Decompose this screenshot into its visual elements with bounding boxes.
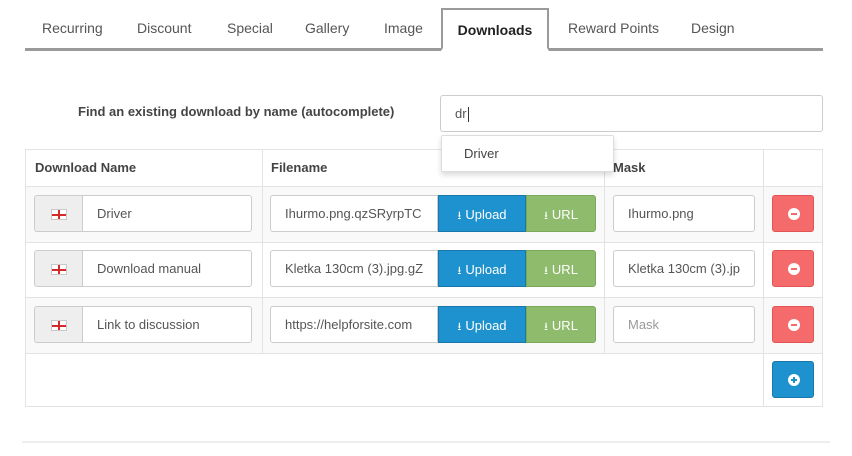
tab-design[interactable]: Design	[691, 8, 735, 48]
url-label: URL	[551, 318, 578, 333]
download-search-input[interactable]: dr	[440, 95, 823, 132]
minus-circle-icon	[788, 263, 800, 275]
tab-discount[interactable]: Discount	[137, 8, 191, 48]
remove-row-button[interactable]	[772, 195, 814, 232]
row-divider	[26, 242, 822, 243]
upload-icon: ⭳	[457, 210, 462, 222]
uk-flag-icon	[51, 209, 67, 220]
remove-row-button[interactable]	[772, 250, 814, 287]
filename-input[interactable]: https://helpforsite.com	[270, 306, 438, 343]
row-divider	[26, 186, 822, 187]
upload-icon: ⭳	[544, 321, 548, 333]
add-download-button[interactable]	[772, 361, 814, 398]
uk-flag-icon	[51, 320, 67, 331]
filename-input[interactable]: Ihurmo.png.qzSRyrpTC	[270, 195, 438, 232]
mask-input[interactable]: Mask	[613, 306, 755, 343]
mask-input[interactable]: Ihurmo.png	[613, 195, 755, 232]
upload-icon: ⭳	[544, 265, 548, 277]
filename-input[interactable]: Kletka 130cm (3).jpg.gZ	[270, 250, 438, 287]
row-divider	[26, 353, 822, 354]
autocomplete-label: Find an existing download by name (autoc…	[78, 104, 395, 119]
minus-circle-icon	[788, 319, 800, 331]
header-filename: Filename	[271, 160, 328, 175]
uk-flag-icon	[51, 264, 67, 275]
search-value: dr	[455, 106, 467, 121]
download-name-input[interactable]: Download manual	[82, 250, 252, 287]
language-addon	[34, 306, 82, 343]
header-download-name: Download Name	[35, 160, 137, 175]
tab-reward-points[interactable]: Reward Points	[568, 8, 659, 48]
autocomplete-dropdown: Driver	[441, 135, 614, 172]
downloads-table: Download Name Filename Mask Driver Ihurm…	[25, 149, 823, 407]
upload-icon: ⭳	[457, 321, 462, 333]
mask-input[interactable]: Kletka 130cm (3).jp	[613, 250, 755, 287]
upload-button[interactable]: ⭳ Upload	[438, 250, 526, 287]
upload-icon: ⭳	[544, 210, 548, 222]
url-button[interactable]: ⭳ URL	[526, 195, 596, 232]
upload-icon: ⭳	[457, 265, 462, 277]
upload-button[interactable]: ⭳ Upload	[438, 306, 526, 343]
text-caret	[467, 107, 469, 123]
url-button[interactable]: ⭳ URL	[526, 250, 596, 287]
language-addon	[34, 250, 82, 287]
tab-special[interactable]: Special	[227, 8, 273, 48]
suggestion-item-driver[interactable]: Driver	[464, 146, 499, 161]
url-button[interactable]: ⭳ URL	[526, 306, 596, 343]
download-name-input[interactable]: Link to discussion	[82, 306, 252, 343]
upload-button[interactable]: ⭳ Upload	[438, 195, 526, 232]
upload-label: Upload	[465, 262, 507, 277]
plus-circle-icon	[788, 374, 800, 386]
upload-label: Upload	[465, 207, 507, 222]
url-label: URL	[551, 207, 578, 222]
tab-gallery[interactable]: Gallery	[305, 8, 349, 48]
footer-divider	[22, 441, 830, 443]
column-divider	[763, 150, 764, 406]
download-name-input[interactable]: Driver	[82, 195, 252, 232]
tab-image[interactable]: Image	[384, 8, 423, 48]
remove-row-button[interactable]	[772, 306, 814, 343]
url-label: URL	[551, 262, 578, 277]
tab-bar: Recurring Discount Special Gallery Image…	[25, 8, 823, 51]
language-addon	[34, 195, 82, 232]
upload-label: Upload	[465, 318, 507, 333]
row-divider	[26, 297, 822, 298]
minus-circle-icon	[788, 208, 800, 220]
tab-downloads[interactable]: Downloads	[441, 8, 549, 51]
tab-recurring[interactable]: Recurring	[42, 8, 103, 48]
